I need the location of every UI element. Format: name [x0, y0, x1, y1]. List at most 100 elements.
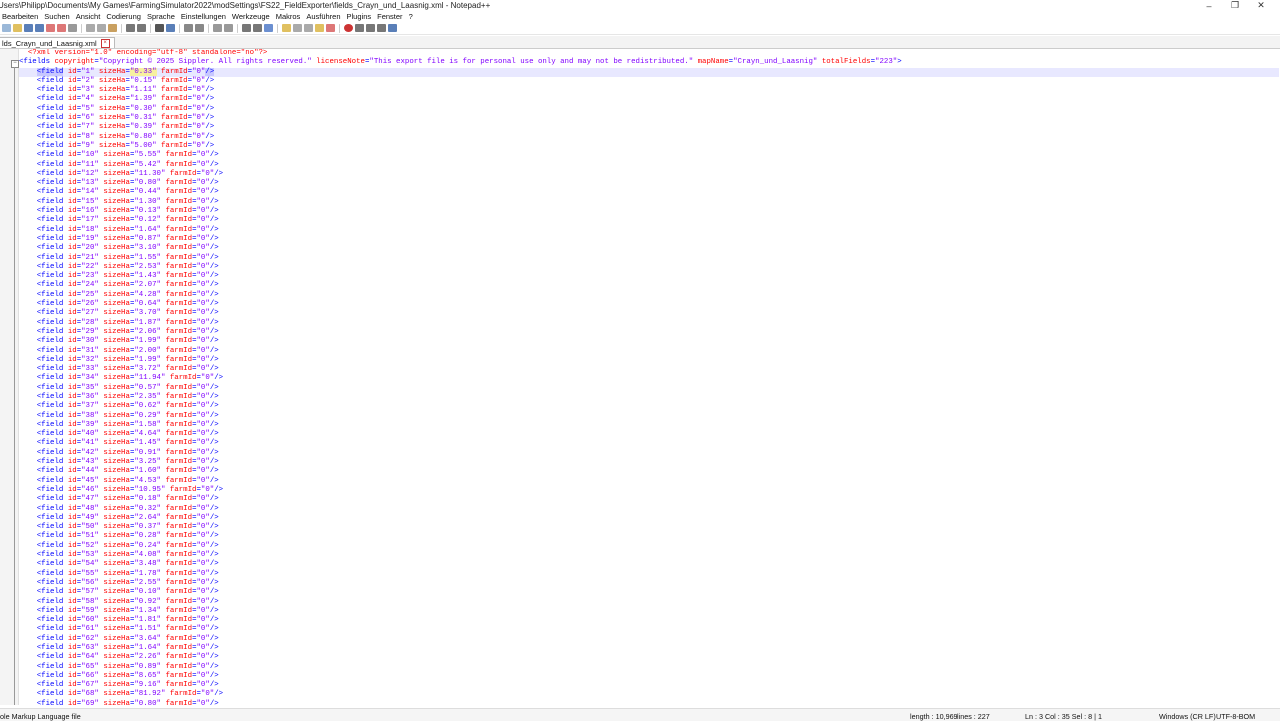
field-line: <field id="38" sizeHa="0.29" farmId="0"/… [36, 411, 219, 420]
stop-macro-icon[interactable] [355, 24, 364, 32]
field-line: <field id="62" sizeHa="3.64" farmId="0"/… [36, 634, 219, 643]
tab-bar: lds_Crayn_und_Laasnig.xml × [0, 36, 1280, 49]
field-line: <field id="4" sizeHa="1.39" farmId="0"/> [36, 95, 215, 104]
field-line: <field id="69" sizeHa="0.80" farmId="0"/… [36, 699, 219, 705]
field-line: <field id="19" sizeHa="0.87" farmId="0"/… [36, 234, 219, 243]
maximize-button[interactable]: ❐ [1222, 0, 1248, 11]
indent-guide-icon[interactable] [264, 24, 273, 32]
print-icon[interactable] [68, 24, 77, 32]
field-line: <field id="54" sizeHa="3.48" farmId="0"/… [36, 560, 219, 569]
field-line: <field id="1" sizeHa="0.33" farmId="0"/> [19, 67, 1279, 77]
open-file-icon[interactable] [13, 24, 22, 32]
new-file-icon[interactable] [2, 24, 11, 32]
minimize-button[interactable]: – [1196, 0, 1222, 11]
field-line: <field id="53" sizeHa="4.08" farmId="0"/… [36, 551, 219, 560]
sync-vertical-icon[interactable] [213, 24, 222, 32]
close-file-icon[interactable] [46, 24, 55, 32]
field-line: <field id="10" sizeHa="5.55" farmId="0"/… [36, 151, 219, 160]
menu-item[interactable]: Sprache [147, 12, 175, 22]
field-line: <field id="60" sizeHa="1.81" farmId="0"/… [36, 616, 219, 625]
paste-icon[interactable] [108, 24, 117, 32]
tab-close-icon[interactable]: × [100, 38, 110, 48]
toolbar-separator [179, 23, 180, 33]
field-line: <field id="8" sizeHa="0.80" farmId="0"/> [36, 132, 215, 141]
play-macro-icon[interactable] [366, 24, 375, 32]
word-wrap-icon[interactable] [242, 24, 251, 32]
menu-item[interactable]: Einstellungen [181, 12, 226, 22]
zoom-in-icon[interactable] [184, 24, 193, 32]
lang-icon[interactable] [282, 24, 291, 32]
show-all-chars-icon[interactable] [253, 24, 262, 32]
toolbar-separator [150, 23, 151, 33]
record-macro-icon[interactable] [344, 24, 353, 32]
fold-toggle-icon[interactable]: − [11, 60, 19, 68]
menu-item[interactable]: Werkzeuge [232, 12, 270, 22]
xml-declaration-line: <?xml version="1.0" encoding="utf-8" sta… [27, 49, 268, 57]
field-line: <field id="9" sizeHa="5.00" farmId="0"/> [36, 141, 215, 150]
field-line: <field id="46" sizeHa="10.95" farmId="0"… [36, 485, 224, 494]
menu-item[interactable]: Codierung [106, 12, 141, 22]
tab-fields-file[interactable]: lds_Crayn_und_Laasnig.xml × [0, 37, 115, 48]
field-line: <field id="43" sizeHa="3.25" farmId="0"/… [36, 458, 219, 467]
field-line: <field id="35" sizeHa="0.57" farmId="0"/… [36, 383, 219, 392]
field-line: <field id="52" sizeHa="0.24" farmId="0"/… [36, 541, 219, 550]
field-line: <field id="40" sizeHa="4.64" farmId="0"/… [36, 430, 219, 439]
save-all-icon[interactable] [35, 24, 44, 32]
save-icon[interactable] [24, 24, 33, 32]
run-macro-multiple-icon[interactable] [377, 24, 386, 32]
field-line: <field id="7" sizeHa="0.39" farmId="0"/> [36, 123, 215, 132]
close-button[interactable]: ✕ [1248, 0, 1274, 11]
monitoring-icon[interactable] [326, 24, 335, 32]
field-line: <field id="44" sizeHa="1.60" farmId="0"/… [36, 467, 219, 476]
sync-horizontal-icon[interactable] [224, 24, 233, 32]
undo-icon[interactable] [126, 24, 135, 32]
field-line: <field id="57" sizeHa="0.10" farmId="0"/… [36, 588, 219, 597]
cut-icon[interactable] [86, 24, 95, 32]
toolbar-separator [208, 23, 209, 33]
field-line: <field id="31" sizeHa="2.00" farmId="0"/… [36, 346, 219, 355]
field-line: <field id="63" sizeHa="1.64" farmId="0"/… [36, 644, 219, 652]
toolbar-separator [339, 23, 340, 33]
field-line: <field id="64" sizeHa="2.26" farmId="0"/… [36, 653, 219, 662]
close-all-icon[interactable] [57, 24, 66, 32]
replace-icon[interactable] [166, 24, 175, 32]
field-line: <field id="49" sizeHa="2.64" farmId="0"/… [36, 513, 219, 522]
menu-item[interactable]: Suchen [44, 12, 69, 22]
field-line: <field id="16" sizeHa="0.13" farmId="0"/… [36, 207, 219, 216]
field-line: <field id="6" sizeHa="0.31" farmId="0"/> [36, 114, 215, 123]
folder-workspace-icon[interactable] [315, 24, 324, 32]
menu-item[interactable]: Fenster [377, 12, 402, 22]
save-macro-icon[interactable] [388, 24, 397, 32]
function-list-icon[interactable] [304, 24, 313, 32]
status-bar: ole Markup Language file length : 10,969… [0, 708, 1280, 721]
title-bar: Users\Philipp\Documents\My Games\Farming… [0, 0, 1280, 11]
menu-item[interactable]: Ansicht [76, 12, 101, 22]
doc-map-icon[interactable] [293, 24, 302, 32]
menu-item[interactable]: ? [409, 12, 413, 22]
field-line: <field id="17" sizeHa="0.12" farmId="0"/… [36, 216, 219, 225]
redo-icon[interactable] [137, 24, 146, 32]
copy-icon[interactable] [97, 24, 106, 32]
field-line: <field id="66" sizeHa="8.65" farmId="0"/… [36, 671, 219, 680]
field-line: <field id="13" sizeHa="0.80" farmId="0"/… [36, 179, 219, 188]
editor[interactable]: − <?xml version="1.0" encoding="utf-8" s… [0, 49, 1280, 705]
field-line: <field id="28" sizeHa="1.87" farmId="0"/… [36, 318, 219, 327]
code-area[interactable]: <?xml version="1.0" encoding="utf-8" sta… [19, 49, 1279, 705]
menu-item[interactable]: Makros [276, 12, 301, 22]
field-line: <field id="25" sizeHa="4.28" farmId="0"/… [36, 290, 219, 299]
window-title: Users\Philipp\Documents\My Games\Farming… [0, 1, 491, 10]
field-line: <field id="5" sizeHa="0.30" farmId="0"/> [36, 104, 215, 113]
zoom-out-icon[interactable] [195, 24, 204, 32]
field-line: <field id="33" sizeHa="3.72" farmId="0"/… [36, 365, 219, 374]
field-line: <field id="15" sizeHa="1.30" farmId="0"/… [36, 197, 219, 206]
menu-item[interactable]: Ausführen [306, 12, 340, 22]
field-line: <field id="51" sizeHa="0.28" farmId="0"/… [36, 532, 219, 541]
find-icon[interactable] [155, 24, 164, 32]
toolbar-separator [81, 23, 82, 33]
menu-item[interactable]: Bearbeiten [2, 12, 38, 22]
field-line: <field id="26" sizeHa="0.64" farmId="0"/… [36, 300, 219, 309]
field-line: <field id="29" sizeHa="2.06" farmId="0"/… [36, 327, 219, 336]
menu-item[interactable]: Plugins [347, 12, 372, 22]
field-line: <field id="11" sizeHa="5.42" farmId="0"/… [36, 160, 219, 169]
field-line: <field id="58" sizeHa="0.92" farmId="0"/… [36, 597, 219, 606]
